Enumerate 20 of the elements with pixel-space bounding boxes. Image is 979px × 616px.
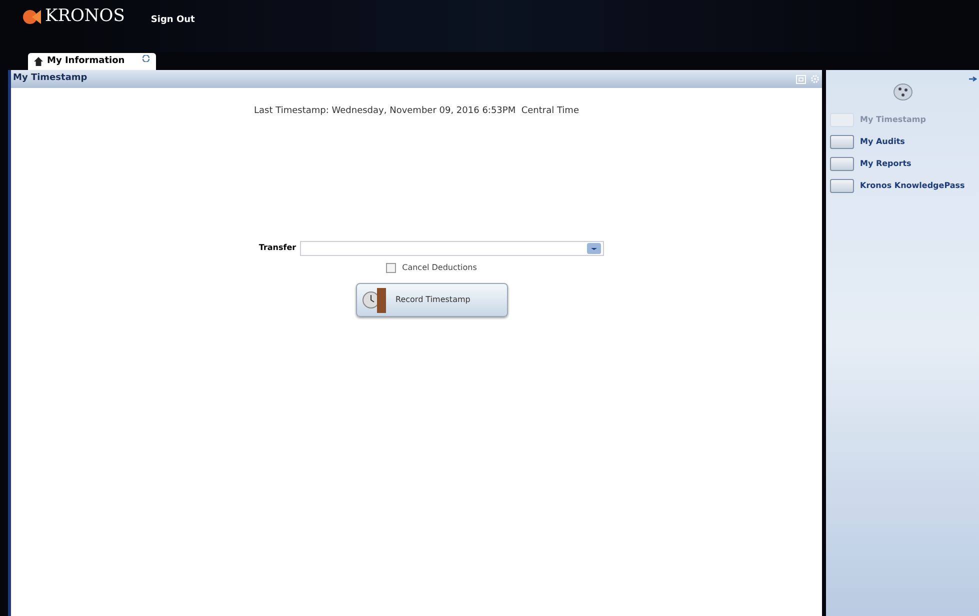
arrow-icon[interactable] [969, 76, 977, 82]
clock-door-icon [362, 286, 388, 314]
refresh-icon[interactable] [142, 55, 150, 62]
transfer-label: Transfer [258, 242, 296, 254]
globe-icon [892, 83, 912, 101]
transfer-dropdown[interactable] [300, 240, 604, 256]
sidebar-item[interactable]: My Audits [830, 135, 979, 149]
sidebar-item[interactable]: My Reports [830, 157, 979, 171]
cancel-deductions-label: Cancel Deductions [402, 262, 477, 274]
checkbox[interactable] [386, 262, 396, 272]
sidebar-item[interactable]: Kronos KnowledgePass [830, 179, 979, 193]
logo-icon [22, 8, 42, 24]
logo-text: KRONOS [45, 8, 125, 25]
last-timestamp-text: Last Timestamp: Wednesday, November 09, 2016 6:53PM Central Time [254, 105, 579, 118]
sign-out-link[interactable]: Sign Out [150, 14, 195, 28]
maximize-icon[interactable] [796, 74, 806, 84]
record-timestamp-button[interactable]: Record Timestamp [356, 282, 508, 316]
tab[interactable]: My Information [28, 53, 156, 70]
settings-icon[interactable] [810, 74, 820, 84]
panel-title: My Timestamp [13, 72, 88, 86]
